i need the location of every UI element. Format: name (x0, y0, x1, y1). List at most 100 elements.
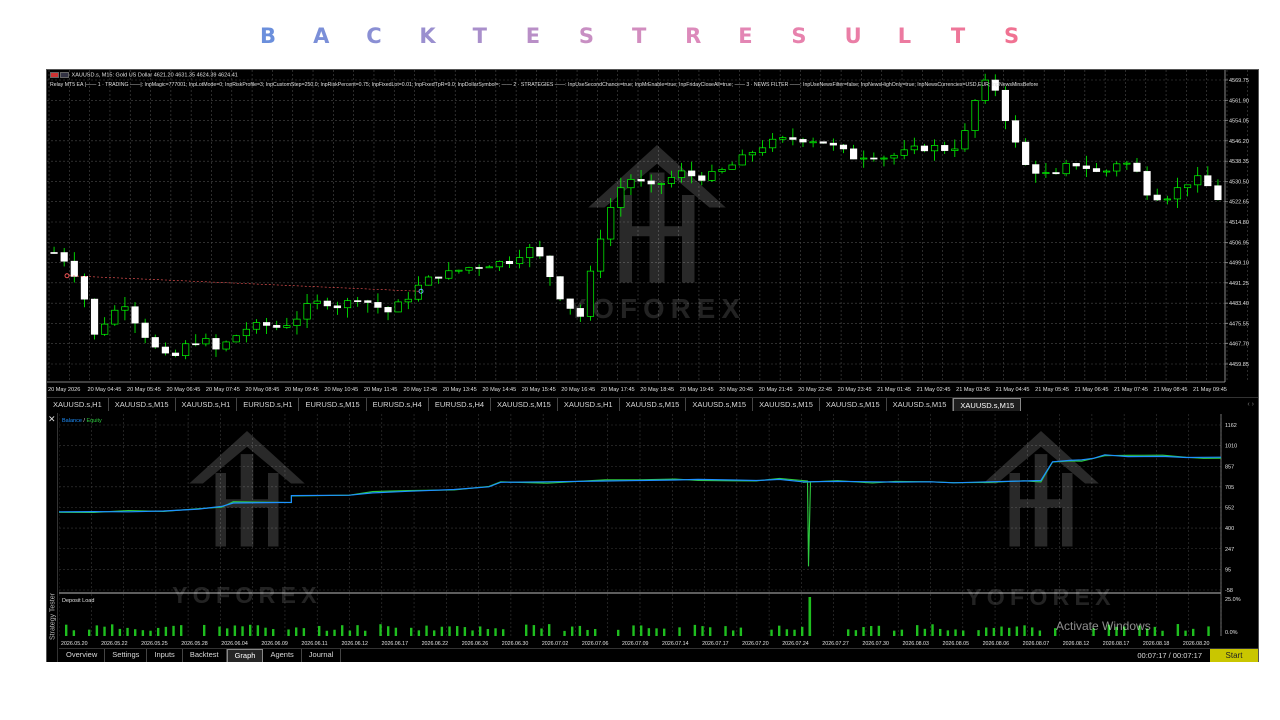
balance-equity-canvas[interactable]: YOFOREX YOFOREX 1162 1010 857 705 552 400 247 95 -… (59, 414, 1258, 648)
candle-body (586, 270, 595, 317)
deposit-bar (264, 627, 267, 636)
symbol-tab[interactable]: XAUUSD.s,M15 (953, 398, 1022, 411)
strategy-tester-title: Strategy Tester (49, 593, 57, 640)
candle-body (202, 338, 210, 345)
candle-body (850, 148, 858, 160)
deposit-bar (655, 628, 658, 636)
candle-body (677, 170, 686, 178)
candle-body (192, 343, 200, 346)
candle-body (1143, 171, 1151, 196)
symbol-tab[interactable]: XAUUSD.s,H1 (47, 398, 109, 411)
deposit-bar (417, 630, 421, 636)
deposit-bar (471, 630, 474, 636)
time-label: 20 May 21:45 (759, 387, 793, 393)
deposit-bar (433, 630, 436, 636)
candle-body (748, 152, 756, 156)
symbol-tab[interactable]: XAUUSD.s,H1 (558, 398, 620, 411)
candle-body (80, 276, 89, 300)
symbol-tab[interactable]: EURUSD.s,H1 (237, 398, 300, 411)
price-chart[interactable]: YOFOREX 4569.75 4561.90 4554.05 4546.20 4538.… (47, 70, 1258, 393)
tester-tab-journal[interactable]: Journal (302, 649, 342, 662)
symbol-tab[interactable]: EURUSD.s,H4 (367, 398, 429, 411)
symbol-tab[interactable]: XAUUSD.s,M15 (753, 398, 820, 411)
symbol-tab[interactable]: XAUUSD.s,M15 (820, 398, 887, 411)
deposit-load-label: Deposit Load (62, 598, 94, 604)
deposit-bar (540, 628, 543, 636)
date-label: 2026.06.11 (301, 641, 327, 647)
date-label: 2026.08.18 (1143, 641, 1170, 647)
activate-windows-watermark: Activate Windows (1056, 619, 1151, 633)
candle-body (920, 145, 929, 152)
deposit-bar (709, 627, 712, 636)
symbol-tab[interactable]: XAUUSD.s,M15 (686, 398, 754, 411)
balance-equity-graph[interactable]: YOFOREX YOFOREX 1162 1010 857 705 552 400 247 95 -… (59, 414, 1258, 648)
deposit-bar (877, 625, 881, 636)
value-label: 857 (1225, 464, 1234, 470)
candle-body (1082, 165, 1090, 169)
candle-body (1022, 141, 1030, 165)
time-label: 21 May 03:45 (956, 387, 990, 393)
candle-body (1214, 185, 1222, 201)
candle-body (809, 141, 817, 144)
deposit-bar (678, 627, 681, 636)
price-label: 4499.10 (1229, 261, 1249, 267)
symbol-tab[interactable]: XAUUSD.s,H1 (176, 398, 238, 411)
date-label: 2026.06.22 (422, 641, 449, 647)
symbol-tab[interactable]: EURUSD.s,H4 (429, 398, 492, 411)
candle-body (1163, 198, 1171, 201)
time-label: 21 May 02:45 (917, 387, 951, 393)
deposit-bar (1192, 628, 1195, 636)
candle-body (364, 300, 372, 303)
time-label: 20 May 16:45 (561, 387, 595, 393)
candle-body (657, 183, 665, 185)
candle-body (546, 255, 554, 278)
candle-body (637, 179, 645, 182)
symbol-tab[interactable]: XAUUSD.s,M15 (109, 398, 176, 411)
mt5-terminal-window: YOFOREX 4569.75 4561.90 4554.05 4546.20 4538.… (46, 69, 1259, 662)
chart-flag-icon (50, 72, 59, 78)
candle-body (161, 346, 169, 354)
tab-scroll-arrows-icon[interactable]: ‹ › (1243, 398, 1258, 411)
symbol-tab[interactable]: EURUSD.s,M15 (299, 398, 367, 411)
deposit-bar (946, 630, 950, 636)
price-label: 4459.85 (1229, 362, 1249, 368)
price-chart-canvas[interactable]: YOFOREX 4569.75 4561.90 4554.05 4546.20 4538.… (47, 70, 1258, 397)
candle-body (343, 300, 352, 309)
start-button[interactable]: Start (1210, 649, 1258, 662)
deposit-bar (525, 624, 528, 636)
deposit-bar (249, 624, 252, 636)
title-letter: L (897, 24, 912, 48)
tester-tab-agents[interactable]: Agents (263, 649, 302, 662)
date-label: 2026.07.27 (822, 641, 849, 647)
title-letter: B (260, 24, 277, 48)
time-label: 20 May 23:45 (838, 387, 872, 393)
tester-tab-overview[interactable]: Overview (59, 649, 106, 662)
time-label: 20 May 07:45 (206, 387, 240, 393)
deposit-bar (394, 627, 398, 636)
tester-tab-inputs[interactable]: Inputs (147, 649, 183, 662)
candle-body (1042, 172, 1050, 174)
yoforex-logo-watermark: YOFOREX (172, 431, 317, 608)
symbol-tab[interactable]: XAUUSD.s,M15 (491, 398, 558, 411)
date-label: 2026.07.24 (782, 641, 809, 647)
tester-tab-settings[interactable]: Settings (105, 649, 148, 662)
deposit-bar (111, 624, 114, 636)
symbol-tab[interactable]: XAUUSD.s,M15 (887, 398, 954, 411)
candle-body (60, 252, 68, 262)
deposit-bar (103, 626, 106, 636)
tester-tab-backtest[interactable]: Backtest (183, 649, 227, 662)
deposit-bar (532, 625, 536, 636)
candle-body (263, 322, 271, 326)
date-label: 2026.06.30 (502, 641, 529, 647)
title-letter: E (525, 24, 541, 48)
candle-body (617, 187, 625, 208)
symbol-tab[interactable]: XAUUSD.s,M15 (620, 398, 687, 411)
tester-tab-graph[interactable]: Graph (226, 649, 264, 662)
candle-body (667, 177, 676, 184)
date-label: 2026.06.12 (341, 641, 368, 647)
deposit-bar (241, 626, 244, 636)
price-label: 4530.50 (1229, 179, 1249, 185)
candle-body (505, 261, 514, 265)
close-icon[interactable]: ✕ (48, 414, 56, 424)
logo-pillar (215, 473, 226, 547)
